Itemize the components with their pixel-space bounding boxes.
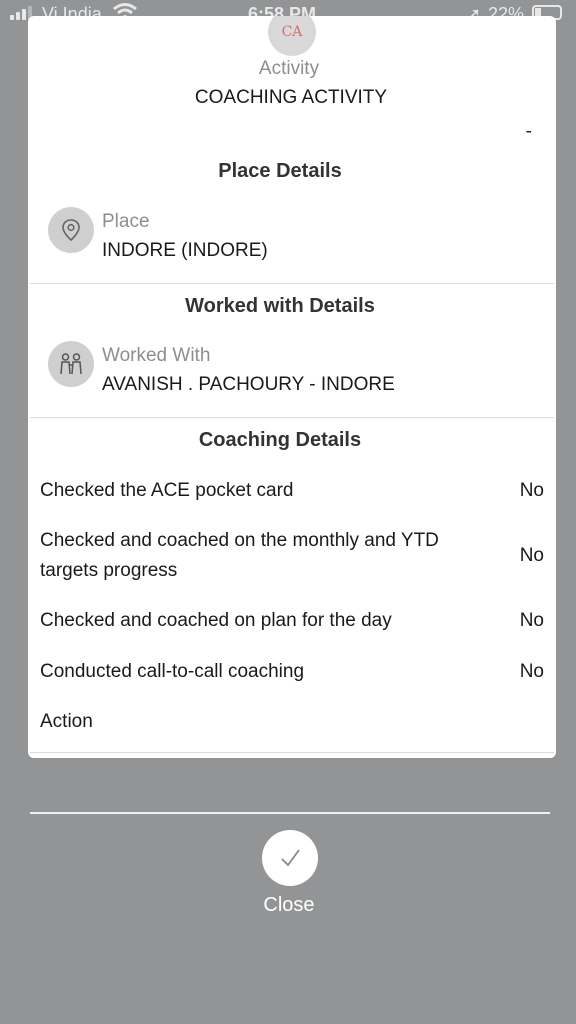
- coaching-answer: No: [519, 545, 544, 566]
- coaching-row: Conducted call-to-call coaching No: [40, 657, 544, 687]
- divider: [30, 752, 554, 753]
- checkmark-icon: [281, 849, 300, 867]
- footer-divider: [30, 812, 550, 814]
- place-details-title: Place Details: [218, 160, 342, 182]
- coaching-answer: No: [519, 610, 544, 631]
- worked-with-value: AVANISH . PACHOURY - INDORE: [102, 374, 395, 395]
- coaching-answer: No: [519, 480, 544, 501]
- coaching-row: Checked and coached on plan for the day …: [40, 606, 544, 636]
- divider: [30, 283, 554, 284]
- coaching-row: Checked and coached on the monthly and Y…: [40, 526, 544, 586]
- action-label: Action: [40, 711, 93, 732]
- activity-meta-dash: -: [525, 121, 532, 142]
- worked-with-details-title: Worked with Details: [185, 295, 375, 317]
- coaching-details-title: Coaching Details: [198, 429, 362, 451]
- action-row: Action: [40, 707, 544, 737]
- close-button[interactable]: [262, 830, 318, 886]
- activity-avatar: CA: [268, 16, 316, 56]
- place-value: INDORE (INDORE): [102, 240, 268, 261]
- close-label[interactable]: Close: [0, 894, 576, 917]
- activity-detail-card: CA Activity COACHING ACTIVITY - Place De…: [28, 16, 556, 758]
- place-label: Place: [102, 211, 150, 232]
- activity-type: COACHING ACTIVITY: [194, 87, 388, 108]
- divider: [30, 417, 554, 418]
- coaching-question: Conducted call-to-call coaching: [40, 661, 305, 682]
- coaching-question: Checked and coached on the monthly and Y…: [40, 530, 439, 581]
- location-pin-icon: [48, 207, 94, 253]
- worked-with-label: Worked With: [102, 345, 211, 366]
- coaching-question: Checked and coached on plan for the day: [40, 610, 392, 631]
- coaching-row: Checked the ACE pocket card No: [40, 476, 544, 506]
- coaching-answer: No: [519, 661, 544, 682]
- people-icon: [48, 341, 94, 387]
- coaching-question: Checked the ACE pocket card: [40, 480, 294, 501]
- activity-label: Activity: [258, 58, 320, 79]
